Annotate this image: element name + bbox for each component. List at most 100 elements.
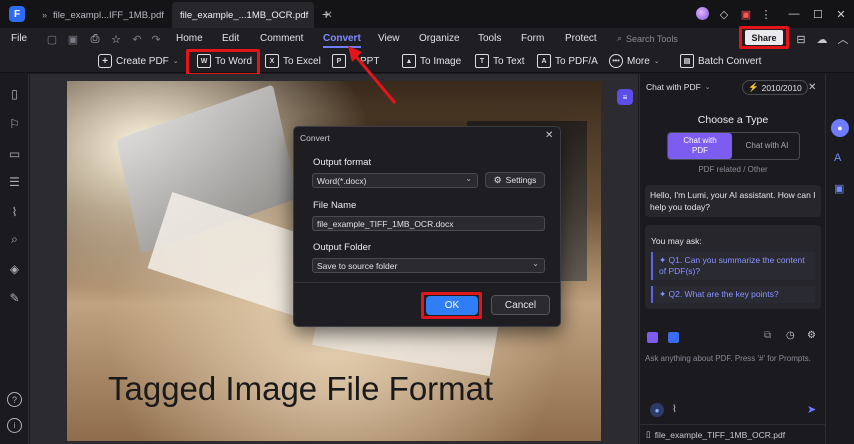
translate-tool-icon[interactable] bbox=[668, 332, 679, 343]
file-name-label: File Name bbox=[313, 200, 357, 211]
document-ai-icon[interactable]: ▣ bbox=[834, 182, 844, 195]
close-window-icon[interactable]: ✕ bbox=[831, 4, 851, 24]
comment-icon[interactable]: ▭ bbox=[7, 146, 22, 161]
layers-list-icon[interactable]: ☰ bbox=[7, 174, 22, 189]
menu-home[interactable]: Home bbox=[176, 28, 203, 49]
convert-dialog: Convert ✕ Output format Word(*.docx) ⌄ ⚙… bbox=[293, 126, 561, 327]
ok-button[interactable]: OK bbox=[426, 296, 478, 315]
chat-settings-icon[interactable]: ⚙ bbox=[807, 330, 816, 341]
menu-comment[interactable]: Comment bbox=[260, 28, 303, 49]
menu-tools[interactable]: Tools bbox=[478, 28, 501, 49]
type-chat-with-pdf[interactable]: Chat with PDF bbox=[668, 133, 732, 159]
search-tools[interactable]: ⌕ Search Tools bbox=[617, 31, 678, 46]
redo-icon[interactable]: ↷ bbox=[149, 32, 163, 46]
search-icon[interactable]: ⌕ bbox=[7, 232, 22, 247]
ai-assistant-icon[interactable]: ● bbox=[831, 119, 849, 137]
file-menu[interactable]: File bbox=[11, 28, 27, 49]
word-icon: W bbox=[197, 54, 211, 68]
more-label: More bbox=[627, 55, 650, 67]
sparkle-icon: ✦ bbox=[659, 255, 667, 265]
gear-icon: ⚙ bbox=[493, 174, 502, 185]
more-button[interactable]: ••• More ⌄ bbox=[609, 51, 660, 71]
question-2-text: Q2. What are the key points? bbox=[668, 289, 779, 299]
to-pdfa-label: To PDF/A bbox=[555, 55, 598, 67]
menu-organize[interactable]: Organize bbox=[419, 28, 460, 49]
more-icon[interactable]: ⋮ bbox=[756, 4, 776, 24]
maximize-icon[interactable]: ☐ bbox=[808, 4, 828, 24]
undo-icon[interactable]: ↶ bbox=[130, 32, 144, 46]
settings-button[interactable]: ⚙ Settings bbox=[485, 172, 545, 188]
to-text-button[interactable]: T To Text bbox=[475, 51, 525, 71]
send-icon[interactable]: ➤ bbox=[807, 403, 816, 416]
cloud-upload-icon[interactable]: ☁ bbox=[815, 32, 829, 46]
ai-tool-icon[interactable] bbox=[647, 332, 658, 343]
sparkle-icon: ✦ bbox=[659, 289, 667, 299]
annotation-arrow bbox=[348, 46, 397, 104]
menu-edit[interactable]: Edit bbox=[222, 28, 239, 49]
arrow-line bbox=[352, 53, 397, 104]
share-button[interactable]: Share bbox=[745, 30, 783, 45]
to-excel-button[interactable]: X To Excel bbox=[265, 51, 321, 71]
page-thumbnail-icon[interactable]: ▯ bbox=[7, 86, 22, 101]
translate-icon[interactable]: A bbox=[834, 152, 841, 164]
suggested-question-1[interactable]: ✦ Q1. Can you summarize the content of P… bbox=[651, 252, 815, 280]
print-icon[interactable]: ⎙ bbox=[88, 32, 102, 46]
bookmark-icon[interactable]: ⚐ bbox=[7, 116, 22, 131]
layers-icon[interactable]: ◈ bbox=[7, 261, 22, 276]
to-word-button[interactable]: W To Word bbox=[197, 51, 252, 71]
attached-file[interactable]: ▯ file_example_TIFF_1MB_OCR.pdf bbox=[646, 429, 785, 440]
ai-float-icon[interactable]: ≡ bbox=[617, 89, 633, 105]
convert-toolbar: + Create PDF ⌄ W To Word X To Excel P PP… bbox=[0, 49, 854, 76]
file-name-input[interactable]: file_example_TIFF_1MB_OCR.docx bbox=[312, 216, 545, 231]
save-icon[interactable]: ▣ bbox=[66, 32, 80, 46]
type-chat-with-ai[interactable]: Chat with AI bbox=[735, 133, 799, 159]
to-image-label: To Image bbox=[420, 55, 462, 67]
app-logo[interactable]: F bbox=[9, 6, 25, 22]
menu-form[interactable]: Form bbox=[521, 28, 544, 49]
chevron-down-icon: ⌄ bbox=[532, 259, 539, 268]
new-tab-icon[interactable]: + bbox=[322, 6, 330, 22]
credits-badge[interactable]: ⚡ 2010/2010 bbox=[742, 80, 808, 95]
close-panel-icon[interactable]: ✕ bbox=[808, 82, 816, 93]
to-image-button[interactable]: ▲ To Image bbox=[402, 51, 461, 71]
lightbulb-icon[interactable]: ● bbox=[650, 403, 664, 417]
search-icon: ⌕ bbox=[617, 33, 623, 43]
output-folder-select[interactable]: Save to source folder ⌄ bbox=[312, 258, 545, 273]
file-name-value: file_example_TIFF_1MB_OCR.docx bbox=[317, 218, 454, 229]
to-pdfa-button[interactable]: A To PDF/A bbox=[537, 51, 598, 71]
new-icon[interactable]: ▢ bbox=[45, 32, 59, 46]
create-pdf-button[interactable]: + Create PDF ⌄ bbox=[98, 51, 179, 71]
attach-icon[interactable]: ⌇ bbox=[672, 404, 677, 415]
history-icon[interactable]: ◷ bbox=[786, 330, 795, 341]
batch-convert-label: Batch Convert bbox=[698, 55, 762, 67]
star-icon[interactable]: ☆ bbox=[109, 32, 123, 46]
minimize-icon[interactable]: — bbox=[784, 4, 804, 24]
collapse-icon[interactable]: ︿ bbox=[836, 32, 850, 46]
search-tools-placeholder: Search Tools bbox=[626, 33, 678, 44]
settings-label: Settings bbox=[505, 175, 537, 185]
chevron-down-icon: ⌄ bbox=[653, 58, 660, 65]
gift-icon[interactable]: ◇ bbox=[714, 4, 734, 24]
copy-icon[interactable]: ⧉ bbox=[764, 330, 771, 341]
close-dialog-icon[interactable]: ✕ bbox=[545, 130, 553, 141]
settings-circle-icon[interactable]: i bbox=[7, 418, 22, 433]
attachment-icon[interactable]: ⌇ bbox=[7, 204, 22, 219]
chat-input[interactable]: Ask anything about PDF. Press '#' for Pr… bbox=[645, 354, 821, 363]
tab-label: file_example_...1MB_OCR.pdf bbox=[180, 9, 309, 21]
suggested-question-2[interactable]: ✦ Q2. What are the key points? bbox=[651, 286, 815, 303]
output-format-select[interactable]: Word(*.docx) ⌄ bbox=[312, 173, 478, 188]
tab-file-2[interactable]: file_example_...1MB_OCR.pdf ✕ bbox=[172, 2, 333, 28]
batch-convert-button[interactable]: ▤ Batch Convert bbox=[680, 51, 761, 71]
cancel-button[interactable]: Cancel bbox=[491, 295, 550, 315]
file-icon: ▯ bbox=[646, 429, 651, 439]
help-icon[interactable]: ? bbox=[7, 392, 22, 407]
avatar[interactable] bbox=[696, 7, 709, 20]
panel-icon[interactable]: ⊟ bbox=[794, 32, 808, 46]
document-heading: Tagged Image File Format bbox=[108, 370, 494, 407]
menu-protect[interactable]: Protect bbox=[565, 28, 597, 49]
tab-file-1[interactable]: » file_exampl...IFF_1MB.pdf bbox=[34, 2, 172, 28]
notification-icon[interactable]: ▣ bbox=[736, 4, 756, 24]
signature-icon[interactable]: ✎ bbox=[7, 290, 22, 305]
chevrons-icon: » bbox=[42, 10, 48, 20]
chat-mode-select[interactable]: Chat with PDF ⌄ bbox=[646, 82, 711, 92]
